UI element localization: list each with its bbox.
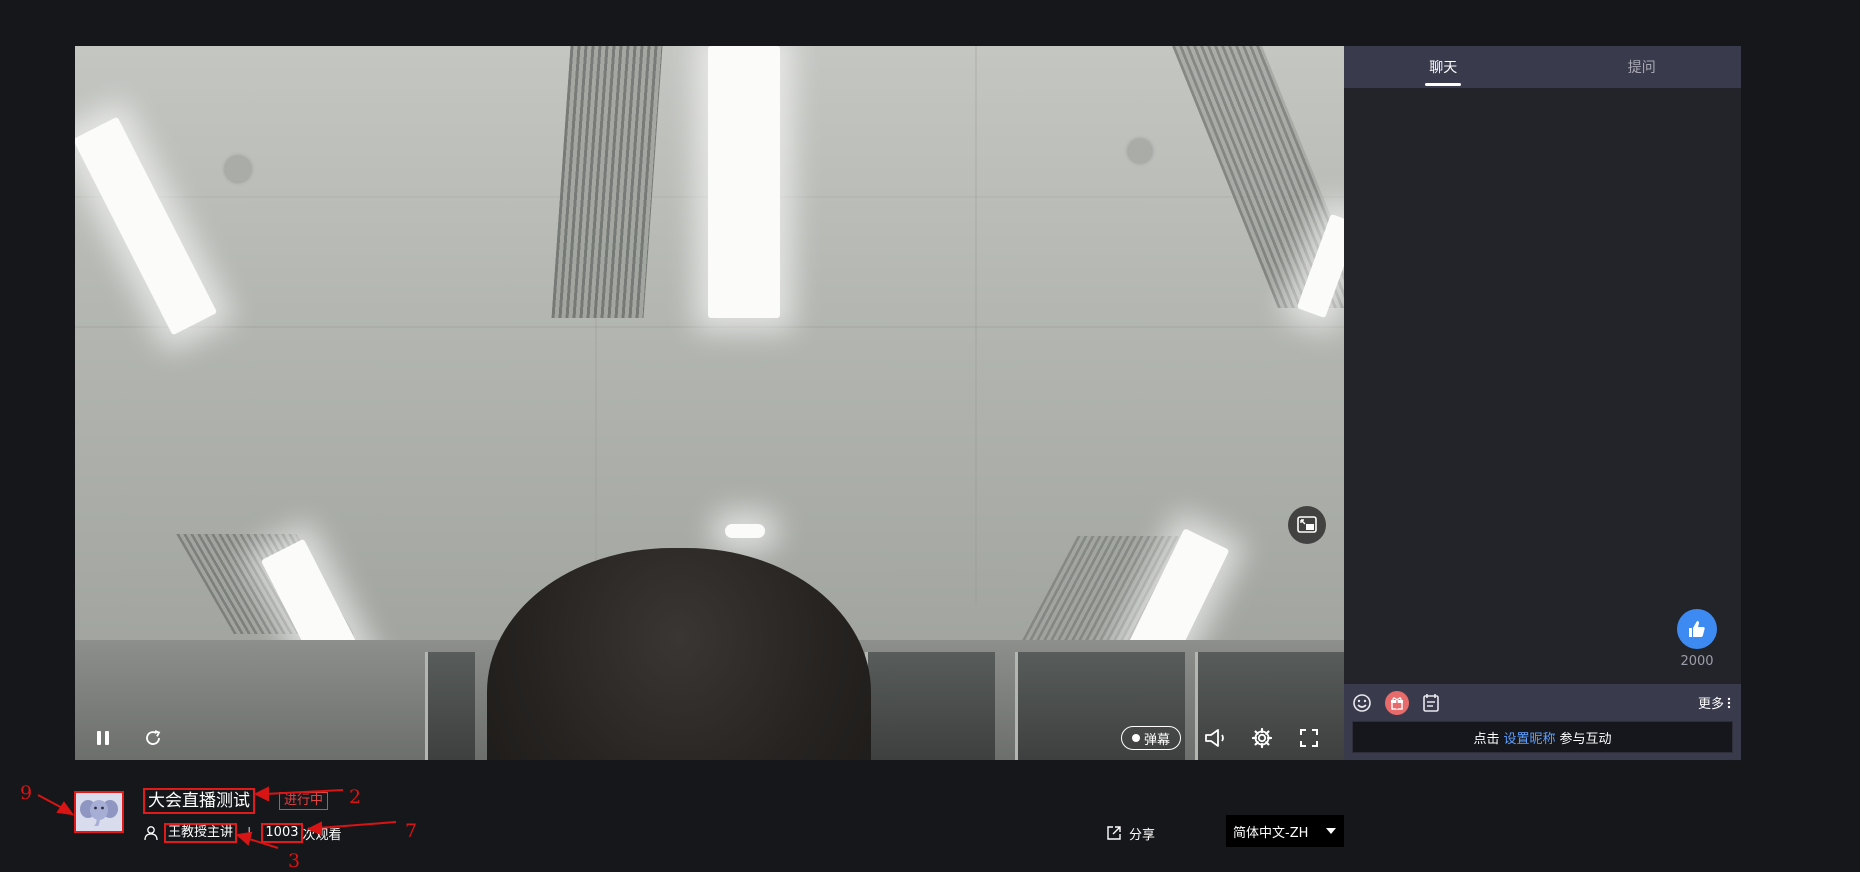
emoji-icon <box>1353 694 1371 712</box>
status-badge: 进行中 <box>279 792 329 810</box>
host-name: 王教授主讲 <box>164 823 238 843</box>
tab-chat[interactable]: 聊天 <box>1344 46 1543 88</box>
gift-button[interactable] <box>1385 691 1409 715</box>
window-pane <box>425 652 475 760</box>
user-icon <box>144 826 158 841</box>
meta-divider: | <box>247 825 252 841</box>
nickname-prompt[interactable]: 点击 设置昵称 参与互动 <box>1352 721 1733 753</box>
host-avatar[interactable] <box>74 791 124 833</box>
notice-button[interactable] <box>1420 692 1442 714</box>
more-vertical-icon <box>1727 697 1731 708</box>
settings-button[interactable] <box>1249 726 1275 750</box>
ceiling-light <box>708 46 780 318</box>
pause-button[interactable] <box>91 726 115 750</box>
stream-meta: 王教授主讲 | 1003 次观看 <box>143 822 342 844</box>
nickname-prefix: 点击 <box>1473 731 1500 747</box>
gear-icon <box>1251 727 1273 749</box>
like-button[interactable] <box>1677 609 1717 649</box>
annotation-label-host: 3 <box>288 850 301 872</box>
gift-icon <box>1391 697 1403 710</box>
tab-questions-label: 提问 <box>1627 60 1656 76</box>
share-label: 分享 <box>1129 827 1156 843</box>
danmu-toggle[interactable]: 弹幕 <box>1121 726 1181 750</box>
share-icon <box>1107 826 1121 840</box>
elephant-icon <box>80 800 118 826</box>
fullscreen-icon <box>1300 729 1318 747</box>
ceiling-light <box>725 524 765 538</box>
ceiling-seam <box>975 46 977 606</box>
tab-chat-label: 聊天 <box>1429 60 1458 76</box>
annotation-label-avatar: 9 <box>20 782 33 804</box>
refresh-button[interactable] <box>141 726 165 750</box>
interaction-panel: 聊天 提问 2000 更多 点击 设置昵称 参与互动 <box>1344 46 1741 760</box>
picture-in-picture-icon <box>1297 516 1317 533</box>
toggle-dot <box>1131 734 1140 742</box>
ceiling-seam <box>75 326 1344 328</box>
thumbs-up-icon <box>1689 621 1705 637</box>
chat-toolbar: 更多 点击 设置昵称 参与互动 <box>1344 684 1741 760</box>
volume-button[interactable] <box>1202 726 1228 750</box>
like-count: 2000 <box>1680 654 1714 669</box>
annotation-label-views: 7 <box>405 820 418 842</box>
fullscreen-button[interactable] <box>1297 726 1321 750</box>
volume-icon <box>1205 729 1224 747</box>
share-button[interactable]: 分享 <box>1106 822 1155 844</box>
language-select[interactable]: 简体中文-ZH <box>1226 815 1344 847</box>
language-value: 简体中文-ZH <box>1233 825 1309 841</box>
emoji-button[interactable] <box>1351 692 1373 714</box>
video-player[interactable]: 弹幕 <box>75 46 1344 760</box>
ceiling-light <box>75 116 218 336</box>
refresh-icon <box>146 730 161 745</box>
view-count: 1003 <box>261 823 303 843</box>
pip-button[interactable] <box>1288 506 1326 544</box>
window-pane <box>865 652 995 760</box>
pause-icon <box>97 731 109 745</box>
ceiling-spotlight <box>225 156 251 182</box>
presenter-head <box>487 548 871 760</box>
chevron-down-icon <box>1326 828 1336 834</box>
view-suffix: 次观看 <box>302 827 342 843</box>
more-button[interactable]: 更多 <box>1698 693 1731 712</box>
nickname-suffix: 参与互动 <box>1559 731 1612 747</box>
set-nickname-link[interactable]: 设置昵称 <box>1503 728 1555 747</box>
more-label: 更多 <box>1697 697 1724 712</box>
notice-icon <box>1423 694 1439 712</box>
ceiling-vent <box>551 46 663 318</box>
danmu-label: 弹幕 <box>1143 732 1170 748</box>
tab-questions[interactable]: 提问 <box>1543 46 1742 88</box>
annotation-label-title: 2 <box>349 786 362 808</box>
ceiling-spotlight <box>1128 139 1152 163</box>
panel-tabs: 聊天 提问 <box>1344 46 1741 88</box>
stream-title: 大会直播测试 <box>143 788 255 814</box>
